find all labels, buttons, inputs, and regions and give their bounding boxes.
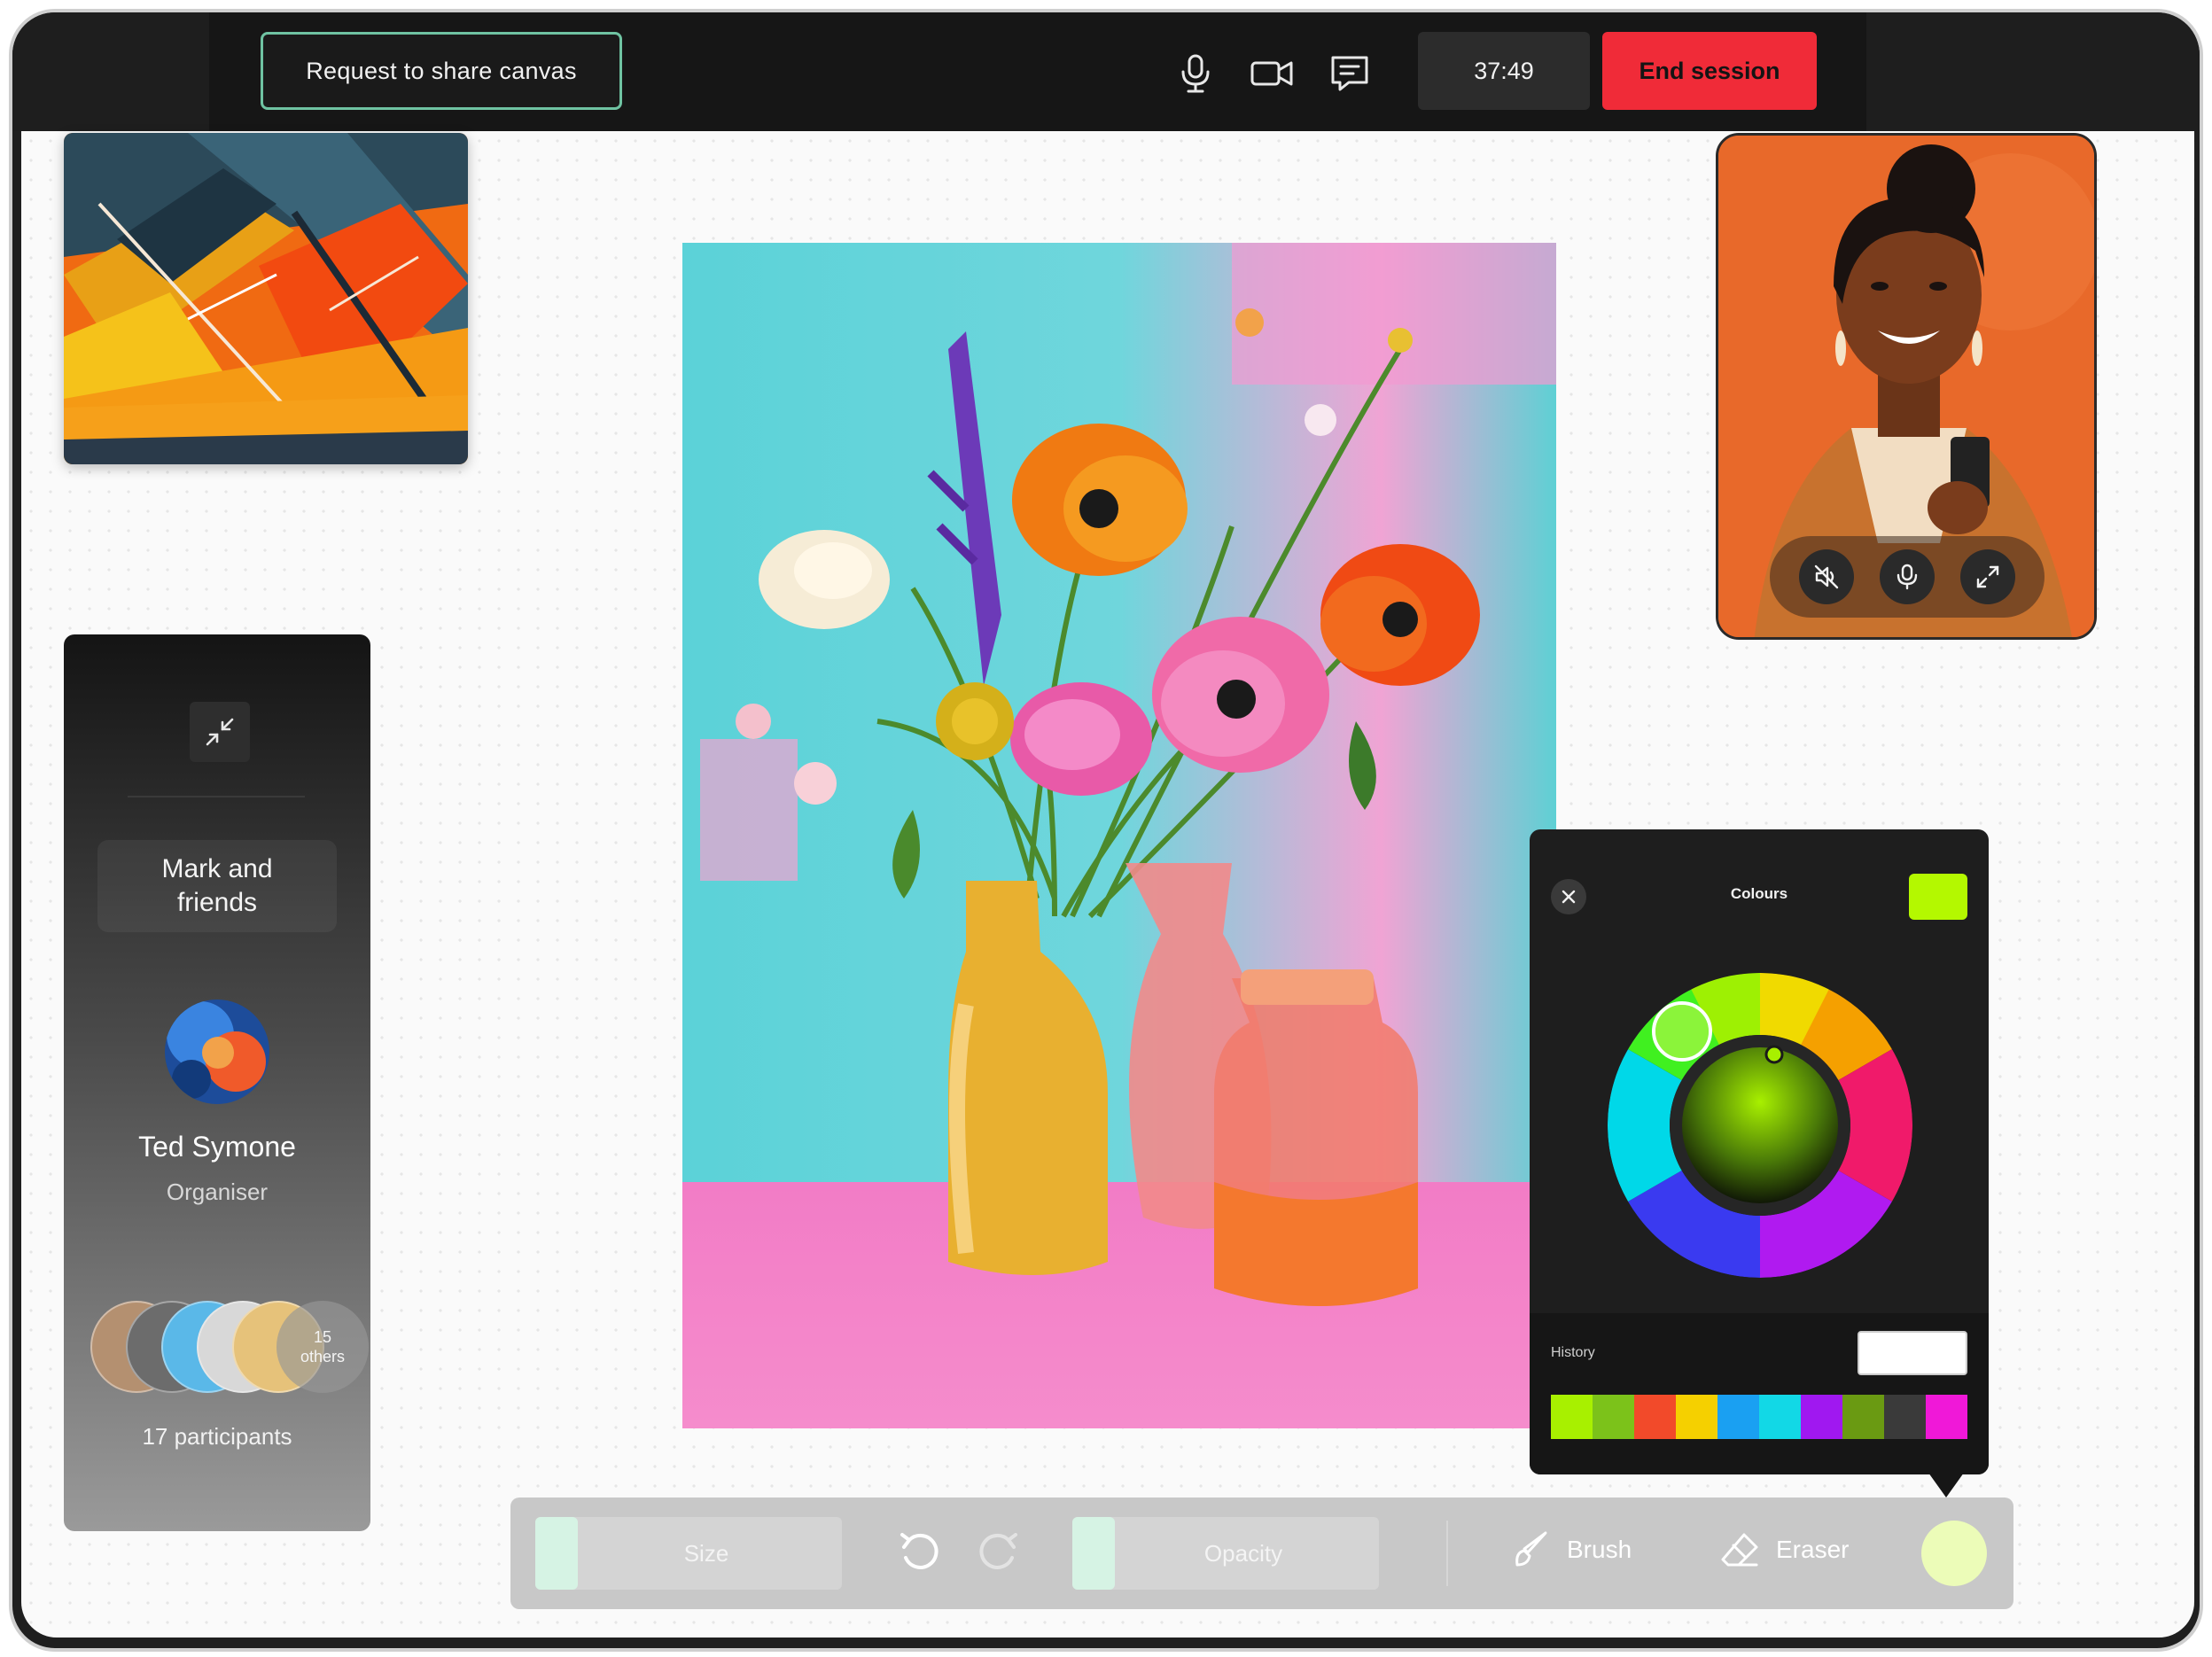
- colour-hex-input[interactable]: [1858, 1331, 1967, 1375]
- history-swatch[interactable]: [1842, 1395, 1884, 1439]
- history-swatch[interactable]: [1926, 1395, 1967, 1439]
- history-swatch[interactable]: [1717, 1395, 1759, 1439]
- undo-icon[interactable]: [893, 1526, 943, 1575]
- colour-picker: Colours History: [1530, 829, 1989, 1498]
- eraser-tool[interactable]: Eraser: [1719, 1529, 1849, 1570]
- participant-avatars[interactable]: 15 others: [90, 1301, 369, 1395]
- panel-divider: [128, 796, 305, 797]
- organiser-avatar[interactable]: [165, 1000, 269, 1104]
- mute-speaker-icon[interactable]: [1798, 549, 1854, 604]
- brush-icon: [1515, 1531, 1547, 1567]
- microphone-icon[interactable]: [1879, 549, 1935, 604]
- microphone-icon[interactable]: [1172, 50, 1219, 97]
- participant-video-tile[interactable]: [1716, 133, 2097, 640]
- redo-icon[interactable]: [975, 1526, 1024, 1575]
- size-slider[interactable]: Size: [535, 1517, 842, 1590]
- group-name: Mark and friends: [97, 840, 337, 932]
- chat-icon[interactable]: [1326, 50, 1374, 97]
- active-colour-button[interactable]: [1921, 1521, 1987, 1586]
- canvas-painting[interactable]: [682, 243, 1556, 1428]
- end-session-button[interactable]: End session: [1602, 32, 1817, 110]
- opacity-label: Opacity: [1203, 1539, 1283, 1567]
- request-share-canvas-button[interactable]: Request to share canvas: [261, 32, 622, 110]
- organiser-role: Organiser: [166, 1179, 269, 1205]
- history-swatch[interactable]: [1634, 1395, 1676, 1439]
- toolbar-divider: [1446, 1521, 1448, 1586]
- eraser-label: Eraser: [1776, 1536, 1850, 1563]
- participants-count: 17 participants: [142, 1423, 292, 1450]
- current-colour-swatch[interactable]: [1909, 874, 1967, 920]
- history-swatch[interactable]: [1759, 1395, 1801, 1439]
- reference-image[interactable]: [64, 133, 468, 464]
- brush-tool[interactable]: Brush: [1510, 1529, 1632, 1570]
- opacity-slider[interactable]: Opacity: [1072, 1517, 1379, 1590]
- top-bar: Request to share canvas 37:49 End sessio…: [12, 12, 2200, 131]
- session-timer: 37:49: [1418, 32, 1590, 110]
- organiser-name: Ted Symone: [138, 1131, 296, 1163]
- drawing-toolbar: Size Opacity Brush Eraser: [510, 1498, 2013, 1609]
- participants-panel: Mark and friends Ted Symone Organiser 15…: [64, 634, 370, 1531]
- others-label: others: [300, 1348, 346, 1365]
- eraser-icon: [1721, 1533, 1758, 1567]
- expand-icon[interactable]: [1960, 549, 2016, 604]
- history-swatch[interactable]: [1676, 1395, 1717, 1439]
- video-controls: [1770, 536, 2045, 618]
- video-camera-icon[interactable]: [1248, 50, 1296, 97]
- others-count: 15: [313, 1328, 332, 1346]
- collapse-icon[interactable]: [190, 702, 250, 762]
- others-count-badge[interactable]: 15 others: [276, 1301, 369, 1393]
- history-swatch[interactable]: [1551, 1395, 1593, 1439]
- history-label: History: [1551, 1345, 1595, 1360]
- popover-pointer: [1928, 1473, 1964, 1498]
- size-label: Size: [683, 1539, 729, 1567]
- brush-label: Brush: [1567, 1536, 1632, 1563]
- colour-history: [1551, 1395, 1967, 1439]
- history-swatch[interactable]: [1801, 1395, 1842, 1439]
- colour-wheel[interactable]: [1607, 972, 1913, 1278]
- history-swatch[interactable]: [1593, 1395, 1634, 1439]
- history-swatch[interactable]: [1884, 1395, 1926, 1439]
